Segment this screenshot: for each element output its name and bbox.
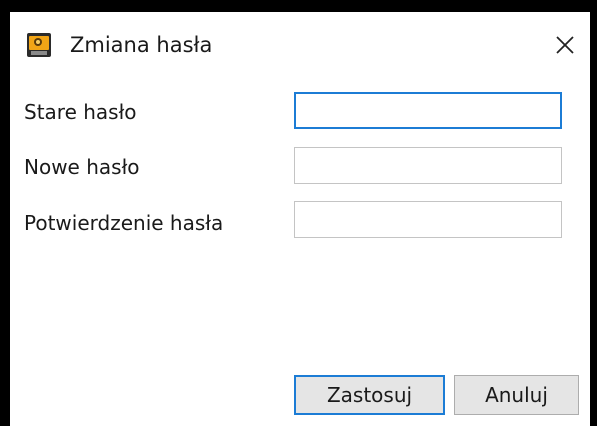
background-edge-top	[0, 0, 597, 12]
close-icon[interactable]	[548, 28, 582, 62]
background-edge-right	[590, 0, 597, 426]
new-password-label: Nowe hasło	[24, 155, 140, 179]
window-title: Zmiana hasła	[70, 33, 213, 57]
background-edge-left	[0, 0, 10, 426]
old-password-label: Stare hasło	[24, 100, 137, 124]
confirm-password-field[interactable]	[294, 201, 562, 238]
new-password-field[interactable]	[294, 147, 562, 184]
password-app-icon	[27, 33, 51, 57]
screenshot-frame: Zmiana hasła Stare hasło Nowe hasło Potw…	[0, 0, 597, 426]
apply-button[interactable]: Zastosuj	[294, 375, 445, 415]
title-bar[interactable]: Zmiana hasła	[10, 12, 590, 78]
change-password-dialog: Zmiana hasła Stare hasło Nowe hasło Potw…	[10, 12, 590, 426]
cancel-button[interactable]: Anuluj	[454, 375, 579, 415]
old-password-field[interactable]	[294, 92, 562, 129]
confirm-password-label: Potwierdzenie hasła	[24, 211, 224, 235]
